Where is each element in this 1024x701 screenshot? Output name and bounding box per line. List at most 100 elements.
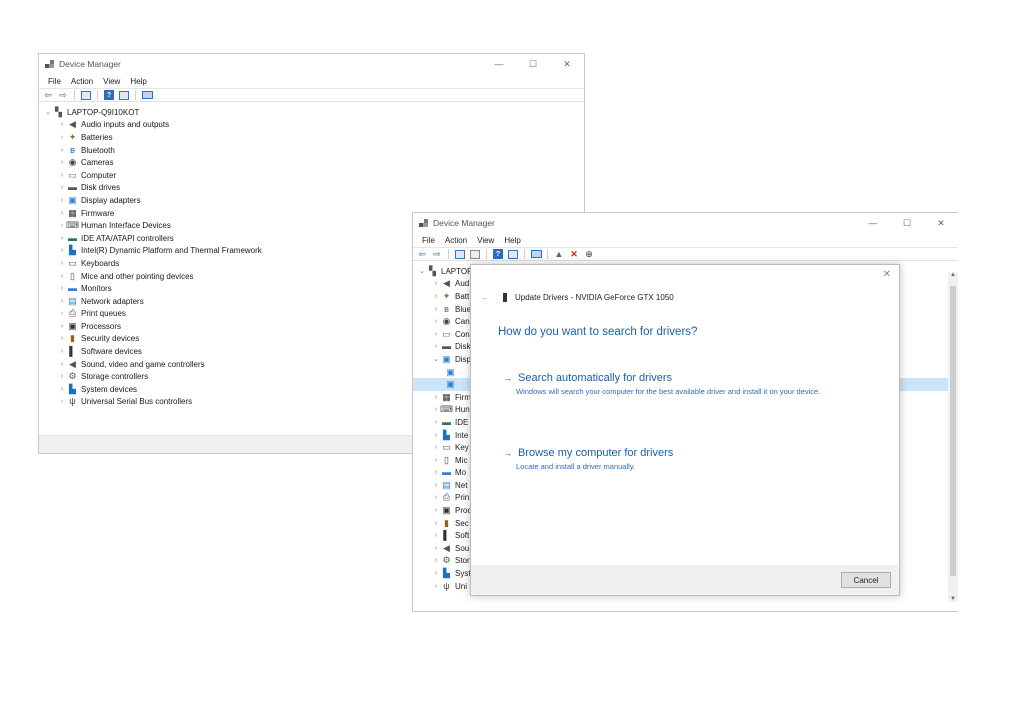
chevron-right-icon[interactable]: › [431, 444, 441, 451]
forward-icon[interactable]: ⇨ [431, 249, 443, 260]
option-title[interactable]: Search automatically for drivers [518, 372, 672, 384]
scrollbar-thumb[interactable] [950, 286, 956, 576]
tree-item[interactable]: › ✦ Batteries [39, 131, 584, 144]
chevron-right-icon[interactable]: › [431, 507, 441, 514]
chevron-right-icon[interactable]: › [57, 147, 67, 154]
menu-view[interactable]: View [472, 236, 499, 245]
chevron-down-icon[interactable]: ⌄ [417, 267, 427, 275]
chevron-right-icon[interactable]: › [431, 306, 441, 313]
view-icon[interactable] [118, 90, 130, 101]
chevron-right-icon[interactable]: › [431, 557, 441, 564]
cancel-button[interactable]: Cancel [841, 572, 891, 588]
back-icon[interactable]: ⇦ [42, 90, 54, 101]
forward-icon[interactable]: ⇨ [57, 90, 69, 101]
menu-action[interactable]: Action [66, 77, 98, 86]
minimize-button[interactable]: — [856, 213, 890, 233]
chevron-right-icon[interactable]: › [431, 545, 441, 552]
back-icon[interactable]: ⇦ [416, 249, 428, 260]
vertical-scrollbar[interactable]: ▲ ▼ [948, 272, 958, 602]
menu-action[interactable]: Action [440, 236, 472, 245]
chevron-right-icon[interactable]: › [57, 398, 67, 405]
chevron-right-icon[interactable]: › [431, 293, 441, 300]
chevron-right-icon[interactable]: › [57, 361, 67, 368]
close-button[interactable]: ✕ [550, 54, 584, 74]
monitor-icon[interactable] [141, 90, 153, 101]
chevron-right-icon[interactable]: › [431, 343, 441, 350]
usb-icon: ψ [69, 396, 76, 407]
option-title[interactable]: Browse my computer for drivers [518, 447, 673, 459]
chevron-right-icon[interactable]: › [431, 469, 441, 476]
chevron-right-icon[interactable]: › [431, 494, 441, 501]
help-icon[interactable]: ? [492, 249, 504, 260]
menu-file[interactable]: File [417, 236, 440, 245]
maximize-button[interactable]: ☐ [516, 54, 550, 74]
tree-item[interactable]: › ▭ Computer [39, 169, 584, 182]
chevron-right-icon[interactable]: › [57, 197, 67, 204]
tree-item-label: Security devices [81, 334, 140, 344]
chevron-right-icon[interactable]: › [431, 331, 441, 338]
usb-icon: ψ [443, 580, 450, 591]
chevron-right-icon[interactable]: › [57, 386, 67, 393]
chevron-right-icon[interactable]: › [431, 532, 441, 539]
chevron-right-icon[interactable]: › [57, 184, 67, 191]
browse-computer-option[interactable]: → Browse my computer for drivers Locate … [503, 447, 873, 472]
chevron-right-icon[interactable]: › [431, 583, 441, 590]
chevron-right-icon[interactable]: › [57, 260, 67, 267]
chevron-right-icon[interactable]: › [57, 273, 67, 280]
chevron-right-icon[interactable]: › [431, 394, 441, 401]
tree-root[interactable]: ⌄ ▚ LAPTOP-Q9I10KOT [39, 106, 584, 119]
chevron-right-icon[interactable]: › [57, 323, 67, 330]
tree-item[interactable]: › ▣ Display adapters [39, 194, 584, 207]
chevron-right-icon[interactable]: › [57, 159, 67, 166]
close-button[interactable]: ✕ [924, 213, 958, 233]
chevron-right-icon[interactable]: › [57, 310, 67, 317]
properties-icon[interactable] [454, 249, 466, 260]
chevron-right-icon[interactable]: › [431, 457, 441, 464]
tree-item[interactable]: › ▬ Disk drives [39, 182, 584, 195]
chevron-right-icon[interactable]: › [57, 172, 67, 179]
search-automatically-option[interactable]: → Search automatically for drivers Windo… [503, 372, 873, 397]
chevron-right-icon[interactable]: › [57, 298, 67, 305]
close-icon[interactable]: ✕ [883, 269, 891, 280]
properties-icon[interactable] [80, 90, 92, 101]
update-driver-icon[interactable]: ▲ [553, 249, 565, 260]
chevron-right-icon[interactable]: › [431, 419, 441, 426]
tree-item[interactable]: › ◀ Audio inputs and outputs [39, 119, 584, 132]
menu-file[interactable]: File [43, 77, 66, 86]
monitor-icon[interactable] [530, 249, 542, 260]
download-icon[interactable]: ⊕ [583, 249, 595, 260]
tree-item[interactable]: › ◉ Cameras [39, 156, 584, 169]
title-bar[interactable]: Device Manager — ☐ ✕ [39, 54, 584, 74]
maximize-button[interactable]: ☐ [890, 213, 924, 233]
uninstall-icon[interactable]: ✕ [568, 249, 580, 260]
chevron-right-icon[interactable]: › [57, 235, 67, 242]
minimize-button[interactable]: — [482, 54, 516, 74]
chevron-down-icon[interactable]: ⌄ [431, 355, 441, 363]
grid-icon[interactable] [469, 249, 481, 260]
tree-item[interactable]: › ʙ Bluetooth [39, 144, 584, 157]
chevron-right-icon[interactable]: › [431, 520, 441, 527]
menu-help[interactable]: Help [125, 77, 151, 86]
back-arrow-icon[interactable]: ← [481, 293, 489, 302]
chevron-right-icon[interactable]: › [431, 570, 441, 577]
menu-help[interactable]: Help [499, 236, 525, 245]
chevron-right-icon[interactable]: › [57, 134, 67, 141]
chevron-right-icon[interactable]: › [57, 121, 67, 128]
help-icon[interactable]: ? [103, 90, 115, 101]
chevron-right-icon[interactable]: › [431, 432, 441, 439]
chevron-right-icon[interactable]: › [431, 280, 441, 287]
chevron-right-icon[interactable]: › [57, 348, 67, 355]
scroll-down-icon[interactable]: ▼ [948, 596, 958, 602]
scroll-up-icon[interactable]: ▲ [948, 272, 958, 278]
chevron-right-icon[interactable]: › [57, 373, 67, 380]
chevron-right-icon[interactable]: › [431, 482, 441, 489]
chevron-down-icon[interactable]: ⌄ [43, 108, 53, 116]
chevron-right-icon[interactable]: › [57, 247, 67, 254]
title-bar[interactable]: Device Manager — ☐ ✕ [413, 213, 958, 233]
view-icon[interactable] [507, 249, 519, 260]
chevron-right-icon[interactable]: › [57, 285, 67, 292]
chevron-right-icon[interactable]: › [431, 318, 441, 325]
chevron-right-icon[interactable]: › [57, 335, 67, 342]
menu-view[interactable]: View [98, 77, 125, 86]
chevron-right-icon[interactable]: › [57, 210, 67, 217]
